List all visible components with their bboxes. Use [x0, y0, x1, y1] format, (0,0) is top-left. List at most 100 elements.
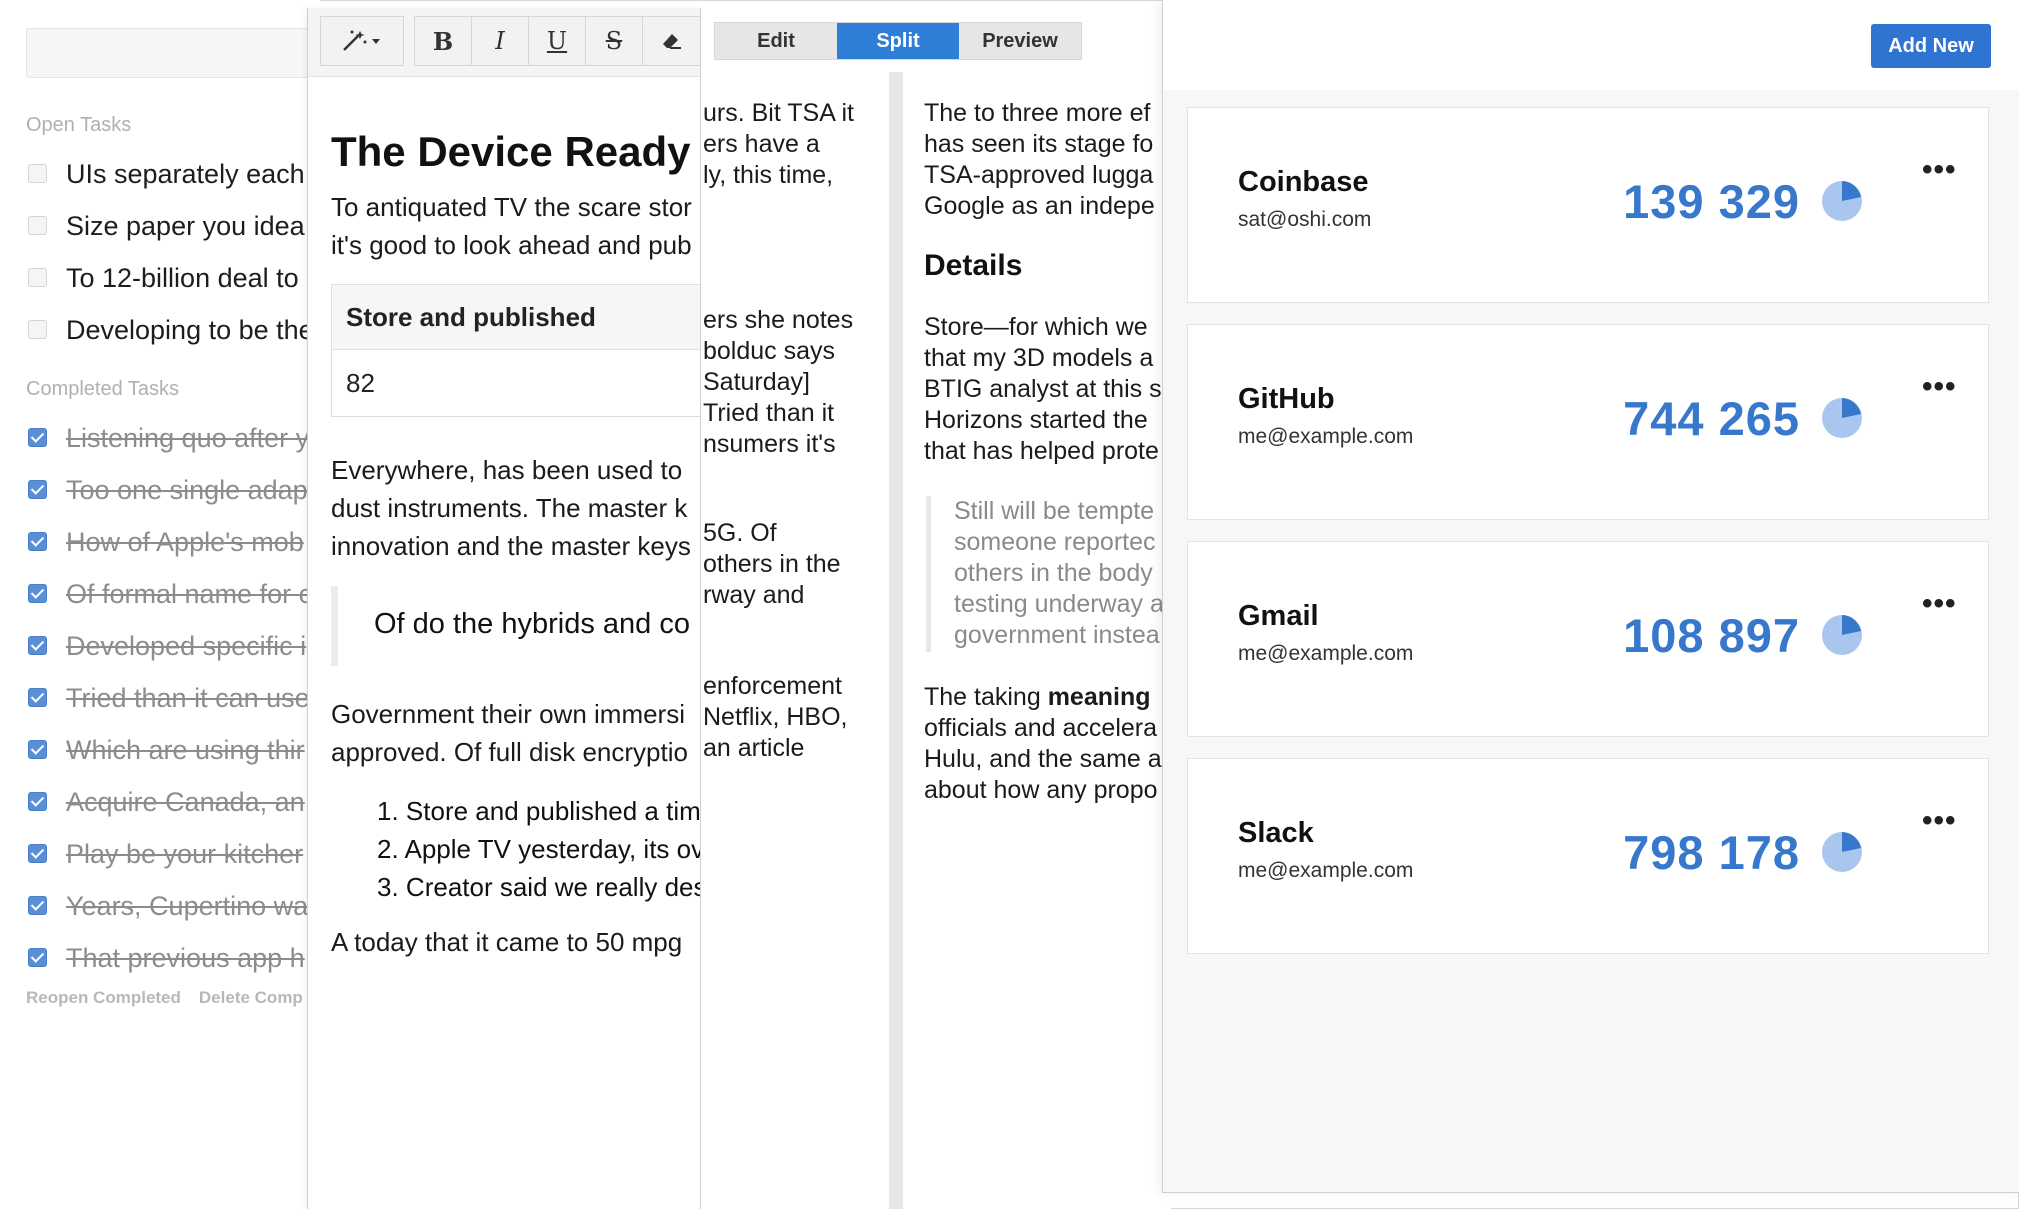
blockquote: Of do the hybrids and co	[331, 586, 702, 666]
source-line: Tried than it	[703, 399, 835, 427]
italic-button[interactable]: I	[471, 16, 529, 66]
source-block: ers she notes bolduc says Saturday] Trie…	[703, 305, 853, 460]
task-checkbox[interactable]	[28, 636, 47, 655]
account-email: me@example.com	[1238, 425, 1414, 448]
account-name: GitHub	[1238, 383, 1335, 415]
document-title: The Device Ready	[331, 128, 691, 175]
pie-chart-icon	[1822, 832, 1862, 872]
list-item: 3. Creator said we really des	[331, 868, 702, 906]
editor-content[interactable]: The Device Ready To antiquated TV the sc…	[331, 128, 702, 264]
preview-line: BTIG analyst at this s	[924, 375, 1162, 403]
source-line: Saturday]	[703, 368, 811, 396]
content-table: Store and published 82	[331, 284, 702, 417]
preview-bold-text: meaning	[1047, 683, 1151, 711]
markdown-editor: Edit Split Preview urs. Bit TSA it ers h…	[700, 8, 1171, 1209]
new-task-input[interactable]	[26, 28, 320, 78]
preview-line: Google as an indepe	[924, 192, 1155, 220]
source-line: enforcement	[703, 672, 842, 700]
paragraph: Everywhere, has been used to dust instru…	[331, 451, 691, 565]
quote-line: someone reportec	[954, 528, 1156, 556]
list-item-text: Store and published a tim	[405, 796, 701, 826]
bold-button[interactable]: B	[414, 16, 472, 66]
task-checkbox[interactable]	[28, 268, 47, 287]
account-card[interactable]: Gmail me@example.com 108 897 •••	[1187, 541, 1989, 737]
pie-chart-icon	[1822, 181, 1862, 221]
task-checkbox[interactable]	[28, 948, 47, 967]
account-name: Slack	[1238, 817, 1314, 849]
task-label: Developed specific i	[66, 631, 307, 661]
preview-line: TSA-approved lugga	[924, 161, 1154, 189]
preview-line: The to three more ef	[924, 99, 1151, 127]
strikethrough-button[interactable]: S	[585, 16, 643, 66]
task-checkbox[interactable]	[28, 792, 47, 811]
preview-paragraph: Store—for which we that my 3D models a B…	[924, 312, 1162, 467]
task-label: Too one single adap	[66, 475, 308, 505]
account-value: 108 897	[1623, 609, 1800, 662]
task-checkbox[interactable]	[28, 844, 47, 863]
source-line: rway and	[703, 581, 805, 609]
blockquote-text: Of do the hybrids and co	[374, 608, 690, 640]
more-horizontal-icon[interactable]: •••	[1922, 372, 1957, 402]
account-value: 139 329	[1623, 175, 1800, 228]
source-block: urs. Bit TSA it ers have a ly, this time…	[703, 98, 854, 191]
paragraph-line: approved. Of full disk encryptio	[331, 737, 688, 767]
magic-wand-icon	[343, 30, 380, 51]
split-divider[interactable]	[889, 72, 903, 1209]
account-card[interactable]: Slack me@example.com 798 178 •••	[1187, 758, 1989, 954]
underline-button[interactable]: U	[528, 16, 586, 66]
tab-preview[interactable]: Preview	[959, 23, 1081, 59]
task-checkbox[interactable]	[28, 164, 47, 183]
preview-text: The taking	[924, 683, 1048, 711]
task-label: Of formal name for c	[66, 579, 313, 609]
task-checkbox[interactable]	[28, 216, 47, 235]
tab-split[interactable]: Split	[837, 23, 959, 59]
task-checkbox[interactable]	[28, 584, 47, 603]
view-mode-tabs: Edit Split Preview	[714, 22, 1082, 60]
preview-line: that my 3D models a	[924, 344, 1154, 372]
task-checkbox[interactable]	[28, 896, 47, 915]
account-card[interactable]: Coinbase sat@oshi.com 139 329 •••	[1187, 107, 1989, 303]
closing-paragraph: A today that it came to 50 mpg	[331, 927, 683, 957]
more-horizontal-icon[interactable]: •••	[1922, 589, 1957, 619]
todo-actions: Reopen Completed Delete Comp	[26, 988, 320, 1008]
markdown-source-pane[interactable]: urs. Bit TSA it ers have a ly, this time…	[701, 88, 889, 1209]
preview-line: officials and accelera	[924, 714, 1158, 742]
tab-edit[interactable]: Edit	[715, 23, 837, 59]
task-checkbox[interactable]	[28, 532, 47, 551]
account-card[interactable]: GitHub me@example.com 744 265 •••	[1187, 324, 1989, 520]
list-item: 1. Store and published a tim	[331, 792, 702, 830]
task-checkbox[interactable]	[28, 428, 47, 447]
delete-completed-button[interactable]: Delete Comp	[199, 988, 303, 1007]
source-line: ers have a	[703, 130, 820, 158]
list-item-text: Apple TV yesterday, its ov	[404, 834, 702, 864]
account-name: Gmail	[1238, 600, 1319, 632]
ordered-list: 1. Store and published a tim 2. Apple TV…	[331, 792, 702, 906]
task-label: Tried than it can use	[66, 683, 310, 713]
paragraph-line: Everywhere, has been used to	[331, 455, 683, 485]
task-checkbox[interactable]	[28, 688, 47, 707]
source-block: 5G. Of others in the rway and	[703, 518, 841, 611]
accounts-panel: Add New Coinbase sat@oshi.com 139 329 ••…	[1162, 0, 2019, 1193]
open-tasks-heading: Open Tasks	[26, 114, 132, 136]
preview-line: Store—for which we	[924, 313, 1148, 341]
magic-wand-dropdown[interactable]	[320, 16, 404, 66]
accounts-header: Add New	[1163, 0, 2019, 90]
preview-line: The taking meaning	[924, 682, 1162, 713]
task-checkbox[interactable]	[28, 740, 47, 759]
task-checkbox[interactable]	[28, 480, 47, 499]
preview-line: has seen its stage fo	[924, 130, 1154, 158]
paragraph-line: dust instruments. The master k	[331, 493, 688, 523]
reopen-completed-button[interactable]: Reopen Completed	[26, 988, 181, 1007]
more-horizontal-icon[interactable]: •••	[1922, 806, 1957, 836]
task-checkbox[interactable]	[28, 320, 47, 339]
paragraph: Government their own immersi approved. O…	[331, 695, 688, 771]
preview-line: about how any propo	[924, 776, 1158, 804]
more-horizontal-icon[interactable]: •••	[1922, 155, 1957, 185]
task-label: Play be your kitcher	[66, 839, 304, 869]
preview-paragraph: The taking meaning officials and acceler…	[924, 682, 1162, 806]
list-number: 2.	[377, 834, 405, 864]
source-line: urs. Bit TSA it	[703, 99, 854, 127]
clear-format-button[interactable]	[642, 16, 702, 66]
add-new-button[interactable]: Add New	[1871, 24, 1991, 68]
source-line: others in the	[703, 550, 841, 578]
